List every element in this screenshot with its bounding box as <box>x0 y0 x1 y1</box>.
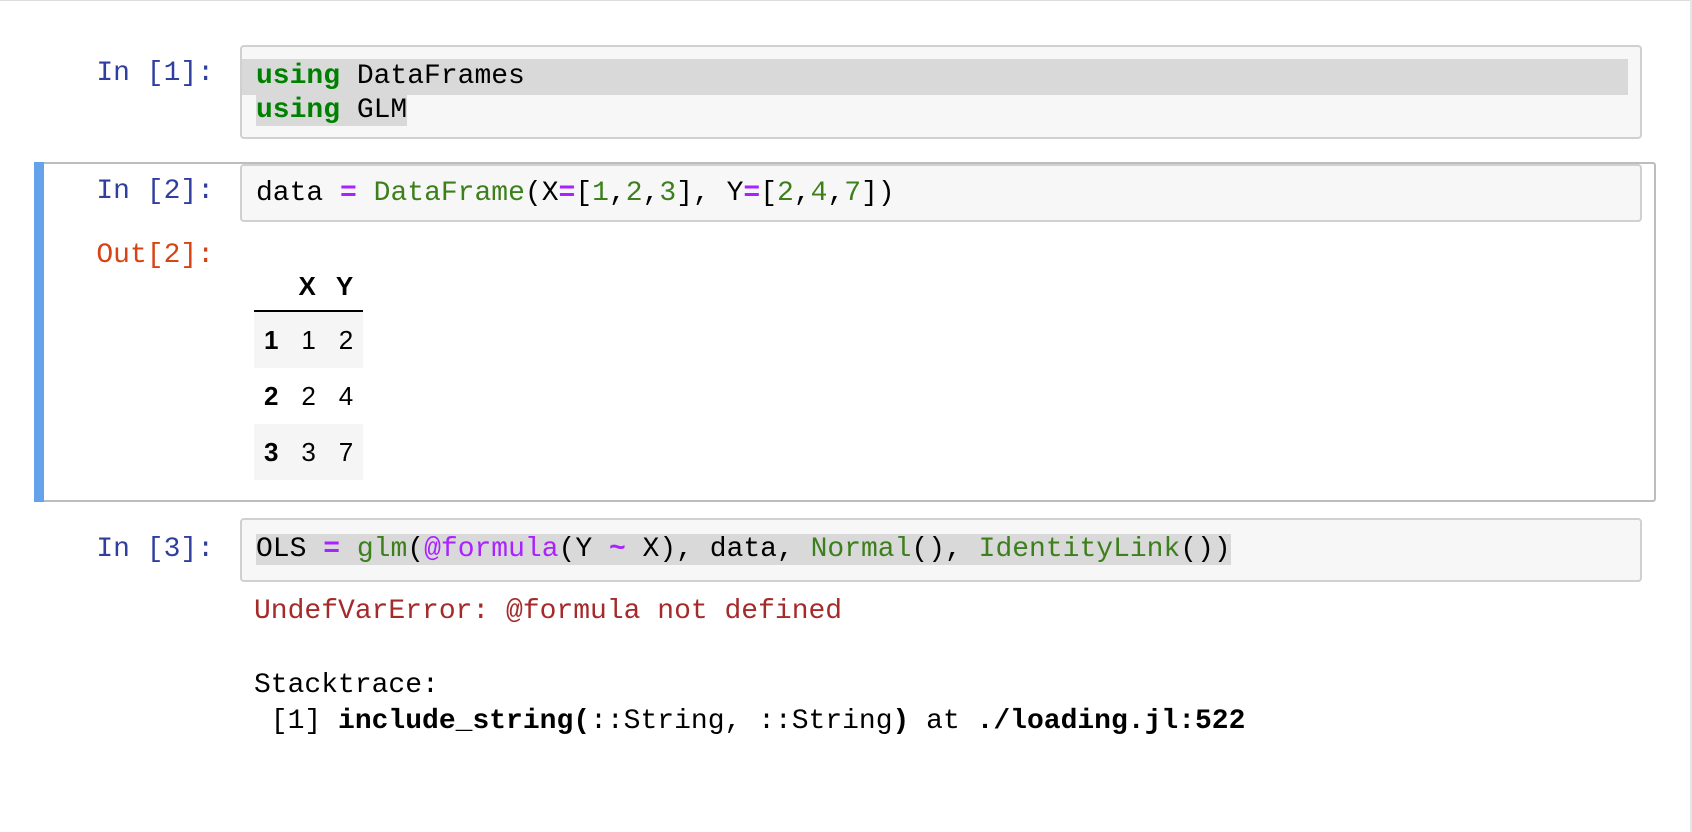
table-cell: 4 <box>338 380 354 411</box>
code-token: 3 <box>659 178 677 209</box>
code-token: X), data, <box>625 534 811 565</box>
keyword: using <box>256 61 341 92</box>
table-header-cell: Y <box>335 270 354 301</box>
code-token: 2 <box>625 178 643 209</box>
code-token: [ <box>760 178 778 209</box>
code-token: (X <box>524 178 559 209</box>
frame-location: ./loading.jl:522 <box>976 706 1246 737</box>
table-row: 2 2 4 <box>254 368 364 424</box>
frame-index: [1] <box>254 706 339 737</box>
input-prompt: In [3]: <box>96 534 214 565</box>
code-line: using DataFrames <box>242 59 1628 95</box>
dataframe-output-table: X Y 1 1 2 2 2 4 3 3 7 <box>254 262 364 480</box>
stacktrace-frame: [1] include_string(::String, ::String) a… <box>254 706 1246 737</box>
code-token: 4 <box>810 178 828 209</box>
row-index: 2 <box>264 380 279 411</box>
code-token: DataFrame <box>373 178 525 209</box>
table-cell: 2 <box>301 380 316 411</box>
code-token: = <box>743 178 761 209</box>
code-token: , <box>608 178 626 209</box>
input-prompt: In [2]: <box>96 176 214 207</box>
table-header-cell <box>254 262 288 311</box>
code-token: = <box>340 178 357 209</box>
code-input-area[interactable]: using DataFrames using GLM <box>240 45 1642 139</box>
code-token: (), <box>911 534 979 565</box>
code-token: IdentityLink <box>978 534 1181 565</box>
code-token: 1 <box>592 178 609 209</box>
code-input-area[interactable]: OLS = glm(@formula(Y ~ X), data, Normal(… <box>240 518 1642 582</box>
table-header-row: X Y <box>254 262 364 311</box>
code-token: 7 <box>844 178 862 209</box>
code-token: , <box>827 178 845 209</box>
code-token: = <box>558 178 576 209</box>
code-token: , <box>642 178 660 209</box>
input-prompt: In [1]: <box>96 58 214 89</box>
code-line: data = DataFrame(X=[1,2,3], Y=[2,4,7]) <box>256 176 895 212</box>
module-name: GLM <box>340 95 408 126</box>
keyword: using <box>256 95 341 126</box>
output-prompt: Out[2]: <box>96 240 214 271</box>
code-token: ]) <box>861 178 895 209</box>
table-row: 3 3 7 <box>254 424 364 480</box>
top-border <box>0 0 1692 1</box>
error-message: UndefVarError: @formula not defined <box>254 596 843 627</box>
row-index: 1 <box>264 324 279 355</box>
code-line: OLS = glm(@formula(Y ~ X), data, Normal(… <box>256 532 1231 568</box>
table-header-cell: X <box>298 270 316 301</box>
code-token: ()) <box>1180 534 1231 565</box>
code-token: glm <box>356 534 408 565</box>
frame-paren: ( <box>573 706 591 737</box>
selected-cell-indicator <box>34 162 44 502</box>
code-input-area[interactable]: data = DataFrame(X=[1,2,3], Y=[2,4,7]) <box>240 164 1642 222</box>
code-token: ( <box>407 534 425 565</box>
code-token: (Y <box>558 534 609 565</box>
frame-function: include_string <box>338 706 574 737</box>
table-cell: 2 <box>338 324 354 355</box>
code-token: ~ <box>608 534 626 565</box>
code-token: [ <box>575 178 593 209</box>
frame-paren: ) <box>892 706 910 737</box>
table-cell: 1 <box>301 324 316 355</box>
code-token: = <box>323 534 341 565</box>
code-token: OLS <box>256 534 307 565</box>
code-token: Normal <box>810 534 912 565</box>
code-token: data <box>256 178 324 209</box>
code-token: 2 <box>777 178 794 209</box>
code-token: ], Y <box>676 178 744 209</box>
table-cell: 3 <box>301 436 316 467</box>
table-row: 1 1 2 <box>254 311 364 368</box>
frame-signature: ::String, ::String <box>590 706 893 737</box>
frame-at: at <box>909 706 977 737</box>
row-index: 3 <box>264 436 279 467</box>
table-cell: 7 <box>338 436 354 467</box>
code-token: , <box>793 178 811 209</box>
module-name: DataFrames <box>340 61 525 92</box>
code-token: @formula <box>424 534 559 565</box>
code-line: using GLM <box>256 93 408 129</box>
stacktrace-header: Stacktrace: <box>254 670 439 701</box>
